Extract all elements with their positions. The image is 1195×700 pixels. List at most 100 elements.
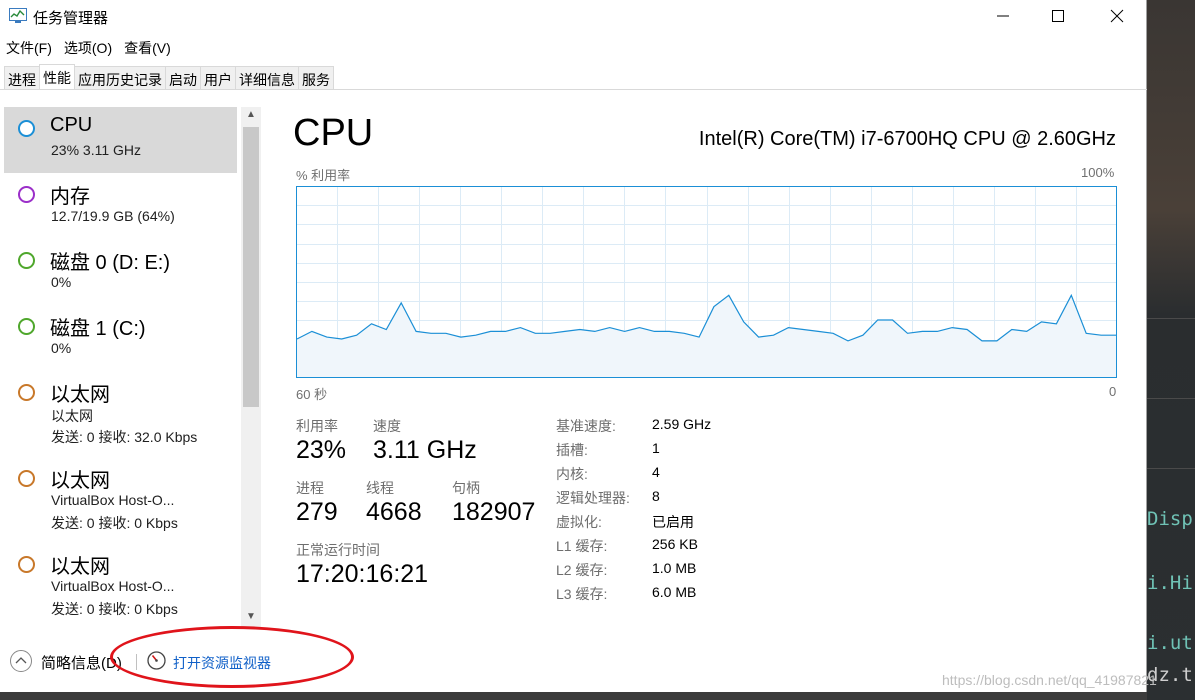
threads-value: 4668: [366, 498, 422, 526]
virtualization-value: 已启用: [652, 514, 694, 530]
sockets-value: 1: [652, 440, 660, 456]
graph-y-label: % 利用率: [296, 168, 351, 183]
resource-throughput: 发送: 0 接收: 0 Kbps: [51, 601, 178, 617]
speed-label: 速度: [373, 418, 401, 434]
l1-cache-value: 256 KB: [652, 536, 698, 552]
menu-file[interactable]: 文件(F): [0, 36, 58, 58]
close-icon: [1110, 9, 1124, 23]
resource-item-disk-1[interactable]: 磁盘 1 (C:) 0%: [4, 305, 237, 371]
minimize-button[interactable]: [980, 0, 1026, 32]
resource-item-ethernet[interactable]: 以太网 以太网 发送: 0 接收: 32.0 Kbps: [4, 371, 237, 457]
background-divider: [1147, 468, 1195, 469]
resource-name: 以太网: [50, 556, 110, 578]
resource-name: 内存: [50, 186, 90, 208]
disk-status-icon: [18, 318, 35, 335]
annotation-ellipse: [110, 626, 354, 688]
tab-performance[interactable]: 性能: [39, 64, 75, 90]
tab-app-history[interactable]: 应用历史记录: [74, 66, 166, 90]
tab-startup[interactable]: 启动: [165, 66, 201, 90]
resource-item-cpu[interactable]: CPU 23% 3.11 GHz: [4, 107, 237, 173]
resource-name: CPU: [50, 114, 93, 136]
chevron-up-icon[interactable]: [10, 650, 32, 672]
tab-processes[interactable]: 进程: [4, 66, 40, 90]
resource-name: 磁盘 0 (D: E:): [50, 252, 171, 274]
task-manager-window: 任务管理器 文件(F) 选项(O) 查看(V) 进程 性能 应用历史记录 启动 …: [0, 0, 1147, 692]
resource-detail: 0%: [51, 274, 72, 290]
utilization-value: 23%: [296, 436, 347, 464]
resource-throughput: 发送: 0 接收: 0 Kbps: [51, 515, 178, 531]
graph-x-start-label: 60 秒: [296, 387, 328, 402]
background-code-line: i.Hi: [1147, 572, 1193, 594]
base-speed-value: 2.59 GHz: [652, 416, 712, 432]
resource-throughput: 发送: 0 接收: 32.0 Kbps: [51, 429, 198, 445]
logical-processors-label: 逻辑处理器:: [556, 490, 630, 506]
uptime-value: 17:20:16:21: [296, 560, 429, 588]
processes-value: 279: [296, 498, 338, 526]
disk-status-icon: [18, 252, 35, 269]
resource-detail: 12.7/19.9 GB (64%): [51, 208, 175, 224]
tab-strip: 进程 性能 应用历史记录 启动 用户 详细信息 服务: [4, 64, 334, 90]
resource-item-ethernet[interactable]: 以太网 VirtualBox Host-O... 发送: 0 接收: 0 Kbp…: [4, 543, 237, 627]
page-title: CPU: [293, 112, 374, 154]
maximize-icon: [1052, 10, 1064, 22]
resource-detail: 以太网: [51, 408, 93, 424]
tab-details[interactable]: 详细信息: [235, 66, 299, 90]
task-manager-icon: [9, 8, 27, 23]
close-button[interactable]: [1094, 0, 1140, 32]
memory-status-icon: [18, 186, 35, 203]
resource-item-ethernet[interactable]: 以太网 VirtualBox Host-O... 发送: 0 接收: 0 Kbp…: [4, 457, 237, 543]
scroll-up-icon[interactable]: ▲: [241, 109, 261, 127]
maximize-button[interactable]: [1035, 0, 1081, 32]
cpu-model: Intel(R) Core(TM) i7-6700HQ CPU @ 2.60GH…: [698, 128, 1116, 150]
uptime-label: 正常运行时间: [296, 542, 380, 558]
l1-cache-label: L1 缓存:: [556, 538, 608, 554]
l3-cache-value: 6.0 MB: [652, 584, 697, 600]
graph-x-end-label: 0: [1109, 384, 1117, 399]
resource-list: CPU 23% 3.11 GHz 内存 12.7/19.9 GB (64%) 磁…: [4, 107, 237, 627]
tab-users[interactable]: 用户: [200, 66, 236, 90]
background-divider: [1147, 318, 1195, 319]
taskbar-strip: [0, 692, 1147, 700]
cpu-status-icon: [18, 120, 35, 137]
resource-name: 以太网: [50, 384, 110, 406]
minimize-icon: [997, 15, 1009, 17]
resource-item-memory[interactable]: 内存 12.7/19.9 GB (64%): [4, 173, 237, 239]
handles-value: 182907: [452, 498, 536, 526]
resource-detail: 23% 3.11 GHz: [51, 142, 142, 158]
menu-options[interactable]: 选项(O): [58, 36, 118, 58]
logical-processors-value: 8: [652, 488, 660, 504]
resource-list-scrollbar[interactable]: ▲ ▼: [241, 107, 261, 629]
title-bar[interactable]: 任务管理器: [0, 0, 1147, 34]
resource-item-disk-0[interactable]: 磁盘 0 (D: E:) 0%: [4, 239, 237, 305]
menu-bar: 文件(F) 选项(O) 查看(V): [0, 36, 177, 58]
cpu-usage-graph: [296, 186, 1117, 378]
scroll-thumb[interactable]: [243, 127, 259, 407]
window-title: 任务管理器: [33, 10, 109, 27]
ethernet-status-icon: [18, 470, 35, 487]
resource-detail: VirtualBox Host-O...: [51, 492, 175, 508]
background-code-line: i.ut: [1147, 632, 1193, 654]
tab-services[interactable]: 服务: [298, 66, 334, 90]
ethernet-status-icon: [18, 384, 35, 401]
base-speed-label: 基准速度:: [556, 418, 616, 434]
utilization-label: 利用率: [296, 418, 338, 434]
l2-cache-label: L2 缓存:: [556, 562, 608, 578]
threads-label: 线程: [366, 480, 394, 496]
resource-detail: 0%: [51, 340, 72, 356]
sockets-label: 插槽:: [556, 442, 588, 458]
watermark: https://blog.csdn.net/qq_41987821: [942, 672, 1157, 688]
resource-detail: VirtualBox Host-O...: [51, 578, 175, 594]
l3-cache-label: L3 缓存:: [556, 586, 608, 602]
processes-label: 进程: [296, 480, 324, 496]
tab-divider: [0, 89, 1147, 90]
resource-name: 以太网: [50, 470, 110, 492]
cores-value: 4: [652, 464, 660, 480]
virtualization-label: 虚拟化:: [556, 514, 602, 530]
background-code-line: Disp: [1147, 508, 1193, 530]
speed-value: 3.11 GHz: [373, 436, 477, 464]
resource-name: 磁盘 1 (C:): [50, 318, 146, 340]
cores-label: 内核:: [556, 466, 588, 482]
menu-view[interactable]: 查看(V): [118, 36, 177, 58]
graph-y-max-label: 100%: [1081, 165, 1115, 180]
background-divider: [1147, 398, 1195, 399]
